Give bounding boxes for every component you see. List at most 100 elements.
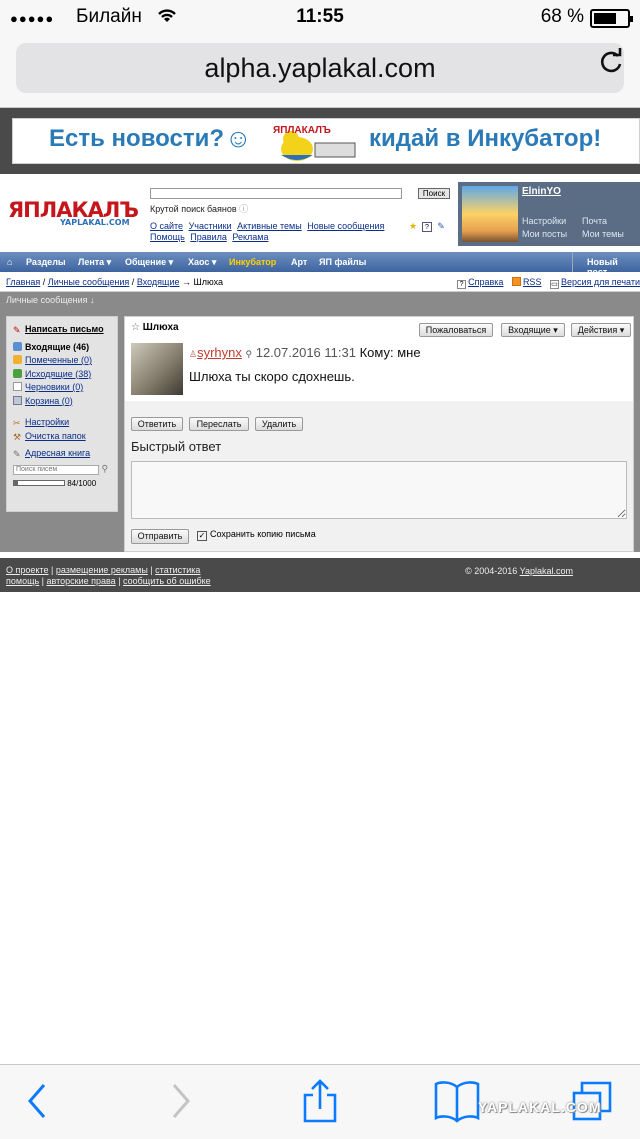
pencil-icon[interactable]: ✎ bbox=[436, 221, 446, 231]
folder-drafts[interactable]: Черновики (0) bbox=[13, 381, 111, 395]
search-icon[interactable]: ⚲ bbox=[102, 463, 109, 473]
marked-icon bbox=[13, 355, 22, 364]
help-icon[interactable]: ? bbox=[422, 222, 432, 232]
home-icon[interactable]: ⌂ bbox=[7, 257, 12, 267]
folder-marked-label[interactable]: Помеченные (0) bbox=[25, 355, 92, 365]
sender-avatar[interactable] bbox=[131, 343, 183, 395]
settings-link[interactable]: Настройки bbox=[25, 417, 69, 427]
delete-button[interactable]: Удалить bbox=[255, 417, 303, 431]
user-avatar[interactable] bbox=[462, 186, 518, 242]
nav-chat[interactable]: Общение ▾ bbox=[125, 257, 173, 268]
clean-folders-link[interactable]: Очистка папок bbox=[25, 431, 86, 441]
footer-help[interactable]: помощь bbox=[6, 576, 39, 586]
link-print[interactable]: Версия для печати bbox=[561, 277, 640, 287]
save-copy-option[interactable]: ✓ Сохранить копию письма bbox=[197, 529, 316, 541]
site-logo[interactable]: ЯПЛАКАЛЪ YAPLAKAL.COM bbox=[8, 198, 139, 227]
nav-sections[interactable]: Разделы bbox=[26, 257, 66, 267]
compose-link[interactable]: Написать письмо bbox=[25, 324, 104, 334]
tool-clean[interactable]: ⚒ Очистка папок bbox=[13, 430, 111, 444]
link-rss[interactable]: RSS bbox=[523, 277, 542, 287]
incubator-banner[interactable]: Есть новости? ☺ ЯПЛАКАЛЪ кидай в Инкубат… bbox=[12, 118, 640, 164]
share-icon[interactable] bbox=[300, 1079, 340, 1123]
username-link[interactable]: ElninYO bbox=[522, 186, 561, 197]
folder-outbox[interactable]: Исходящие (38) bbox=[13, 368, 111, 382]
user-link-my-posts[interactable]: Мои посты bbox=[522, 229, 567, 239]
bookmarks-icon[interactable] bbox=[434, 1079, 480, 1123]
trash-icon bbox=[13, 395, 22, 405]
folder-drafts-label[interactable]: Черновики (0) bbox=[25, 382, 83, 392]
footer-about[interactable]: О проекте bbox=[6, 565, 48, 575]
battery-icon bbox=[590, 9, 633, 28]
save-copy-label: Сохранить копию письма bbox=[210, 529, 316, 539]
browser-address-bar: alpha.yaplakal.com bbox=[0, 36, 640, 108]
footer-line-2: помощь | авторские права | сообщить об о… bbox=[6, 576, 211, 586]
folder-outbox-label[interactable]: Исходящие (38) bbox=[25, 369, 91, 379]
inbox-icon bbox=[13, 341, 22, 351]
banner-logo-text: ЯПЛАКАЛЪ bbox=[273, 125, 331, 136]
nav-chaos[interactable]: Хаос ▾ bbox=[188, 257, 216, 268]
star-outline-icon[interactable]: ☆ bbox=[131, 322, 140, 333]
copyright-link[interactable]: Yaplakal.com bbox=[520, 566, 573, 576]
inbox-dropdown[interactable]: Входящие ▾ bbox=[501, 323, 565, 337]
save-copy-checkbox[interactable]: ✓ bbox=[197, 531, 207, 541]
crumb-inbox[interactable]: Входящие bbox=[137, 277, 180, 287]
reply-button[interactable]: Ответить bbox=[131, 417, 183, 431]
link-help-right[interactable]: Справка bbox=[468, 277, 503, 287]
link-new-messages[interactable]: Новые сообщения bbox=[307, 221, 384, 231]
link-members[interactable]: Участники bbox=[189, 221, 232, 231]
site-logo-sub: YAPLAKAL.COM bbox=[60, 218, 130, 227]
footer-ads[interactable]: размещение рекламы bbox=[56, 565, 148, 575]
link-help[interactable]: Помощь bbox=[150, 232, 185, 242]
link-active-topics[interactable]: Активные темы bbox=[237, 221, 302, 231]
pm-search-input[interactable] bbox=[13, 464, 99, 475]
nav-incubator[interactable]: Инкубатор bbox=[229, 257, 276, 267]
nav-art[interactable]: Арт bbox=[291, 257, 307, 267]
crumb-current: Шлюха bbox=[193, 277, 224, 287]
crumb-pm[interactable]: Личные сообщения bbox=[48, 277, 130, 287]
site-search-input[interactable] bbox=[150, 188, 402, 199]
magnifier-icon[interactable]: ⚲ bbox=[246, 349, 253, 359]
send-button[interactable]: Отправить bbox=[131, 529, 189, 544]
crumb-home[interactable]: Главная bbox=[6, 277, 40, 287]
user-icon: ♙ bbox=[189, 349, 198, 359]
actions-dropdown[interactable]: Действия ▾ bbox=[571, 323, 631, 337]
user-link-my-topics[interactable]: Мои темы bbox=[582, 229, 624, 239]
outbox-icon bbox=[13, 368, 22, 378]
forward-button[interactable]: Переслать bbox=[189, 417, 249, 431]
forward-icon[interactable] bbox=[166, 1079, 196, 1123]
quick-reply-textarea[interactable] bbox=[131, 461, 627, 519]
quota: 84/1000 bbox=[13, 479, 111, 488]
site-search-button[interactable]: Поиск bbox=[418, 188, 450, 199]
copyright-text: © 2004-2016 bbox=[465, 566, 518, 576]
link-rules[interactable]: Правила bbox=[190, 232, 227, 242]
link-about[interactable]: О сайте bbox=[150, 221, 183, 231]
tool-settings[interactable]: ✂ Настройки bbox=[13, 416, 111, 430]
folder-inbox[interactable]: Входящие (46) bbox=[13, 341, 111, 355]
star-icon[interactable]: ★ bbox=[408, 221, 418, 231]
user-link-settings[interactable]: Настройки bbox=[522, 216, 566, 226]
footer-copyright[interactable]: авторские права bbox=[47, 576, 116, 586]
user-link-mail[interactable]: Почта bbox=[582, 216, 607, 226]
folder-trash-label[interactable]: Корзина (0) bbox=[25, 396, 73, 406]
browser-toolbar: YAPLAKAL.COM bbox=[0, 1064, 640, 1139]
quota-bar bbox=[13, 479, 65, 486]
report-button[interactable]: Пожаловаться bbox=[419, 323, 493, 337]
reload-icon[interactable] bbox=[596, 46, 626, 76]
folder-marked[interactable]: Помеченные (0) bbox=[13, 354, 111, 368]
link-ads[interactable]: Реклама bbox=[232, 232, 268, 242]
folder-trash[interactable]: Корзина (0) bbox=[13, 395, 111, 409]
footer-report-error[interactable]: сообщить об ошибке bbox=[123, 576, 211, 586]
footer-stats[interactable]: статистика bbox=[155, 565, 200, 575]
drafts-icon bbox=[13, 382, 22, 391]
sender-link[interactable]: syrhynx bbox=[197, 345, 242, 360]
nav-files[interactable]: ЯП файлы bbox=[319, 257, 366, 267]
url-field[interactable]: alpha.yaplakal.com bbox=[16, 43, 624, 93]
address-book-link[interactable]: Адресная книга bbox=[25, 448, 90, 458]
nav-feed[interactable]: Лента ▾ bbox=[78, 257, 111, 268]
tool-address-book[interactable]: ✎ Адресная книга bbox=[13, 447, 111, 461]
quota-text: 84/1000 bbox=[67, 478, 97, 488]
message-to: Кому: мне bbox=[359, 345, 421, 360]
site-header: ЯПЛАКАЛЪ YAPLAKAL.COM Поиск Крутой поиск… bbox=[0, 174, 640, 252]
back-icon[interactable] bbox=[22, 1079, 52, 1123]
status-bar: ●●●●● Билайн 11:55 68 % bbox=[0, 0, 640, 36]
